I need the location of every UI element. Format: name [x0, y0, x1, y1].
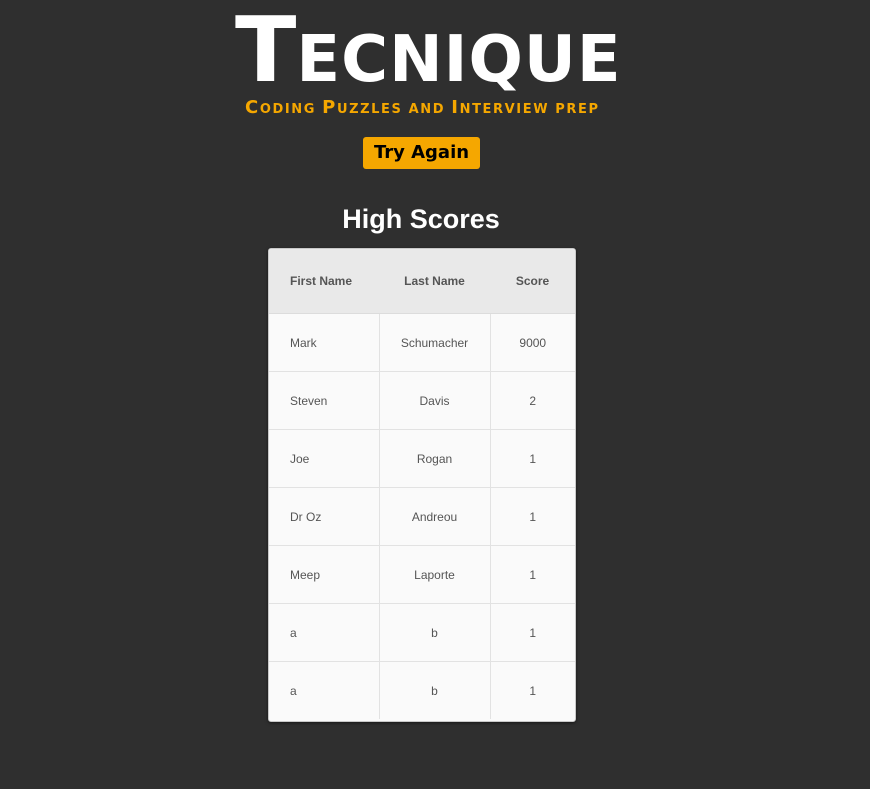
table-row: Mark Schumacher 9000	[269, 313, 575, 372]
column-header-last-name: Last Name	[379, 249, 490, 314]
tagline-text: NTERVIEW PREP	[459, 102, 600, 117]
cell-score: 1	[490, 603, 575, 662]
column-header-score: Score	[490, 249, 575, 314]
app-logo: TECNIQUE	[235, 0, 621, 103]
cell-last-name: Andreou	[379, 487, 491, 546]
cell-last-name: b	[379, 661, 491, 719]
logo-initial: T	[235, 0, 297, 103]
table-row: a b 1	[269, 661, 575, 719]
cell-last-name: b	[379, 603, 491, 662]
cell-last-name: Rogan	[379, 429, 491, 488]
cell-score: 1	[490, 429, 575, 488]
cell-first-name: Steven	[269, 371, 380, 430]
tagline-text: UZZLES AND	[336, 102, 452, 117]
table-row: Steven Davis 2	[269, 371, 575, 430]
cell-last-name: Schumacher	[379, 313, 491, 372]
table-row: Joe Rogan 1	[269, 429, 575, 488]
tagline: CODING PUZZLES AND INTERVIEW PREP	[245, 96, 600, 120]
column-header-first-name: First Name	[269, 249, 379, 314]
cell-first-name: Joe	[269, 429, 380, 488]
cell-first-name: Meep	[269, 545, 380, 604]
table-row: a b 1	[269, 603, 575, 662]
try-again-button[interactable]: Try Again	[363, 137, 480, 169]
table-row: Meep Laporte 1	[269, 545, 575, 604]
tagline-text: ODING	[259, 102, 323, 117]
cell-score: 1	[490, 487, 575, 546]
high-scores-table: First Name Last Name Score Mark Schumach…	[269, 249, 575, 719]
cell-last-name: Laporte	[379, 545, 491, 604]
cell-first-name: Dr Oz	[269, 487, 380, 546]
high-scores-title: High Scores	[342, 204, 500, 234]
cell-first-name: Mark	[269, 313, 380, 372]
cell-score: 1	[490, 545, 575, 604]
cell-score: 9000	[490, 313, 575, 372]
cell-first-name: a	[269, 603, 380, 662]
table-row: Dr Oz Andreou 1	[269, 487, 575, 546]
cell-score: 1	[529, 683, 537, 698]
logo-rest: ECNIQUE	[296, 23, 622, 97]
cell-first-name: a	[269, 661, 380, 719]
tagline-initial: P	[322, 97, 337, 118]
table-header-row: First Name Last Name Score	[269, 249, 575, 314]
tagline-initial: C	[245, 97, 260, 118]
table-header: First Name Last Name Score	[269, 249, 575, 314]
table-body: Mark Schumacher 9000 Steven Davis 2 Joe …	[269, 313, 575, 719]
tagline-initial: I	[451, 97, 460, 118]
cell-last-name: Davis	[379, 371, 491, 430]
high-scores-table-container: First Name Last Name Score Mark Schumach…	[268, 248, 576, 722]
cell-score: 2	[490, 371, 575, 430]
